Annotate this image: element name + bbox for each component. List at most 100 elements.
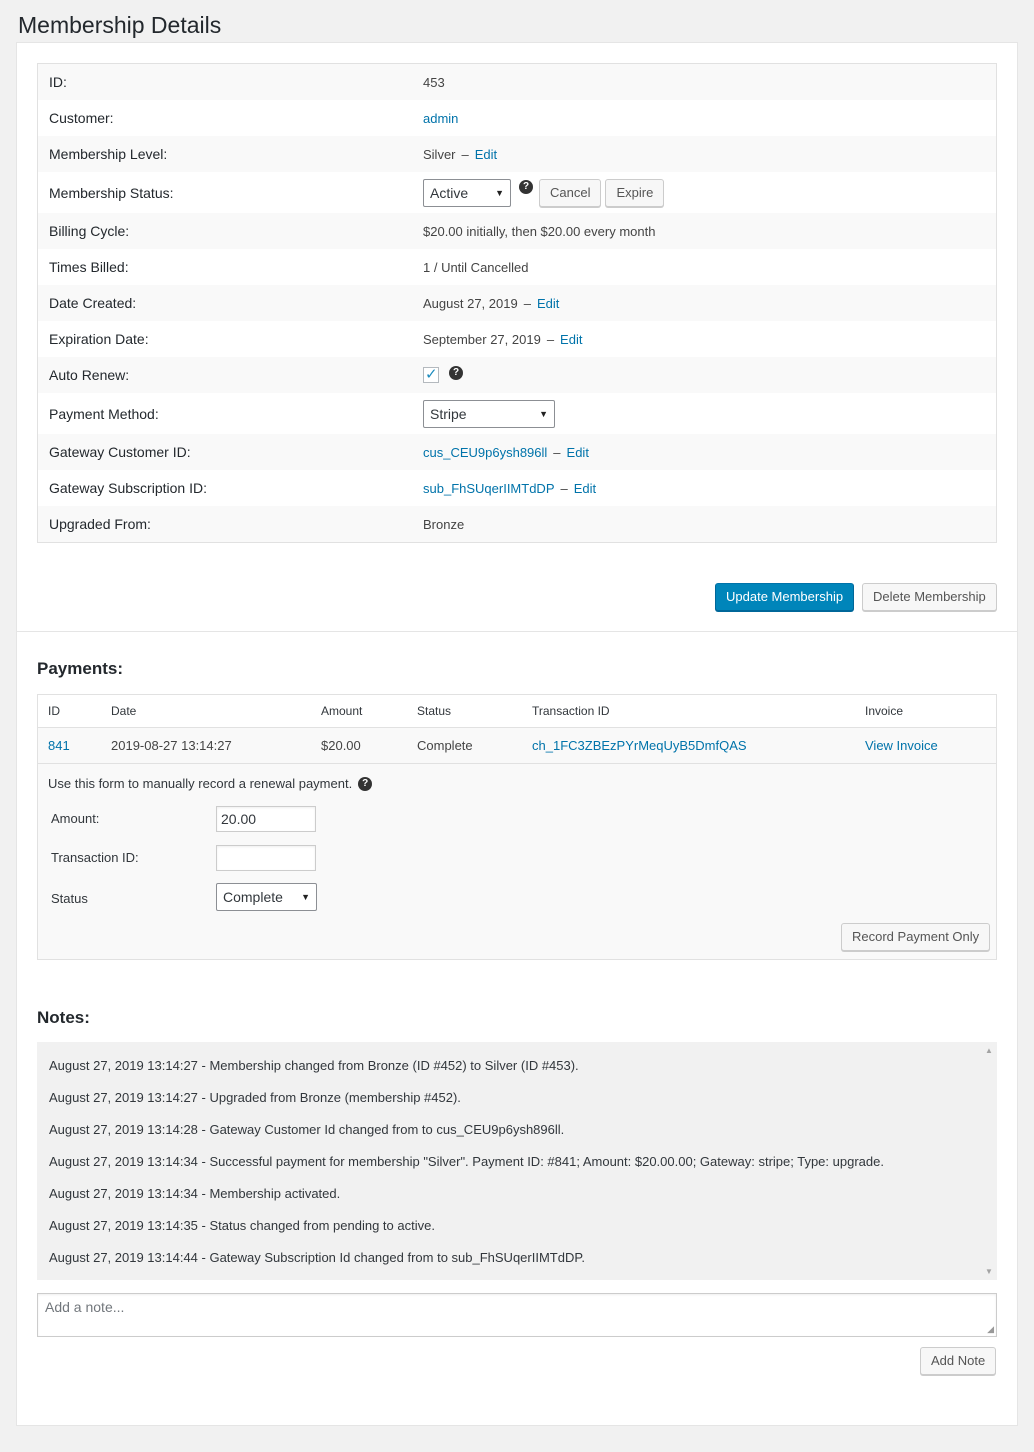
row-date-created: Date Created: August 27, 2019 – Edit (38, 285, 996, 321)
edit-date-created-link[interactable]: Edit (537, 296, 559, 311)
view-invoice-link[interactable]: View Invoice (865, 728, 938, 764)
list-item: August 27, 2019 13:14:35 - Status change… (49, 1218, 435, 1233)
payment-method-value: Stripe (430, 405, 467, 422)
add-note-placeholder: Add a note... (45, 1299, 125, 1315)
gateway-customer-link[interactable]: cus_CEU9p6ysh896ll (423, 445, 547, 460)
status-select-value: Active (430, 184, 469, 201)
col-id: ID (48, 704, 60, 718)
gateway-customer-dash: – (553, 444, 561, 460)
customer-link[interactable]: admin (423, 111, 458, 126)
payments-table: ID Date Amount Status Transaction ID Inv… (37, 694, 997, 960)
payment-date: 2019-08-27 13:14:27 (111, 738, 232, 753)
date-created-value: August 27, 2019 (423, 295, 518, 311)
row-gateway-customer: Gateway Customer ID: cus_CEU9p6ysh896ll … (38, 434, 996, 470)
status-label: Membership Status: (49, 184, 174, 201)
col-invoice: Invoice (865, 704, 904, 718)
list-item: August 27, 2019 13:14:27 - Upgraded from… (49, 1090, 461, 1105)
row-id: ID: 453 (38, 64, 996, 100)
list-item: August 27, 2019 13:14:34 - Successful pa… (49, 1154, 884, 1169)
table-row: 841 2019-08-27 13:14:27 $20.00 Complete … (38, 728, 996, 764)
scroll-down-icon[interactable]: ▼ (985, 1267, 993, 1276)
notes-title: Notes: (37, 1008, 90, 1027)
payments-title: Payments: (37, 659, 123, 678)
page-title: Membership Details (18, 12, 222, 38)
status-select[interactable]: Active ▼ (423, 178, 511, 207)
help-icon[interactable]: ? (519, 179, 533, 194)
date-created-label: Date Created: (49, 295, 137, 311)
add-note-button[interactable]: Add Note (920, 1347, 997, 1375)
payment-method-label: Payment Method: (49, 405, 159, 422)
gateway-customer-label: Gateway Customer ID: (49, 444, 191, 460)
update-membership-button[interactable]: Update Membership (715, 583, 855, 611)
help-icon[interactable]: ? (358, 776, 373, 791)
gateway-subscription-dash: – (560, 480, 568, 496)
payment-method-select[interactable]: Stripe ▼ (423, 399, 555, 428)
level-dash: – (461, 146, 469, 162)
expiration-value: September 27, 2019 (423, 331, 541, 347)
times-billed-value: 1 / Until Cancelled (423, 259, 529, 275)
times-billed-label: Times Billed: (49, 259, 129, 275)
help-icon[interactable]: ? (449, 366, 463, 380)
chevron-down-icon: ▼ (301, 892, 310, 902)
notes-list: August 27, 2019 13:14:27 - Membership ch… (37, 1042, 997, 1280)
col-transaction-id: Transaction ID (532, 704, 610, 718)
transaction-id-link[interactable]: ch_1FC3ZBEzPYrMeqUyB5DmfQAS (532, 728, 747, 764)
chevron-down-icon: ▼ (539, 408, 548, 419)
renewal-form-intro-text: Use this form to manually record a renew… (48, 776, 353, 791)
edit-gateway-subscription-link[interactable]: Edit (574, 481, 596, 496)
scroll-up-icon[interactable]: ▲ (985, 1046, 993, 1055)
transaction-id-input[interactable] (216, 845, 316, 871)
col-amount: Amount (321, 704, 363, 718)
payment-amount: $20.00 (321, 738, 361, 753)
billing-value: $20.00 initially, then $20.00 every mont… (423, 223, 656, 239)
cancel-button[interactable]: Cancel (539, 178, 602, 207)
notes-scrollbar[interactable]: ▲ ▼ (981, 1042, 997, 1280)
level-value: Silver (423, 146, 456, 162)
list-item: August 27, 2019 13:14:27 - Membership ch… (49, 1058, 579, 1073)
row-expiration: Expiration Date: September 27, 2019 – Ed… (38, 321, 996, 357)
gateway-subscription-link[interactable]: sub_FhSUqerIIMTdDP (423, 481, 555, 496)
expiration-label: Expiration Date: (49, 331, 149, 347)
row-times-billed: Times Billed: 1 / Until Cancelled (38, 249, 996, 285)
customer-label: Customer: (49, 110, 114, 126)
amount-input[interactable]: 20.00 (216, 806, 316, 832)
id-label: ID: (49, 74, 67, 90)
payment-id-link[interactable]: 841 (48, 728, 70, 764)
membership-details-table: ID: 453 Customer: admin Membership Level… (37, 63, 997, 543)
level-label: Membership Level: (49, 146, 168, 162)
row-billing: Billing Cycle: $20.00 initially, then $2… (38, 213, 996, 249)
edit-gateway-customer-link[interactable]: Edit (567, 445, 589, 460)
col-date: Date (111, 704, 137, 718)
row-customer: Customer: admin (38, 100, 996, 136)
row-level: Membership Level: Silver – Edit (38, 136, 996, 172)
payment-status-select-value: Complete (223, 889, 283, 905)
row-auto-renew: Auto Renew: ? (38, 357, 996, 393)
col-status: Status (417, 704, 452, 718)
amount-label: Amount: (51, 811, 100, 826)
list-item: August 27, 2019 13:14:34 - Membership ac… (49, 1186, 341, 1201)
row-status: Membership Status: Active ▼ ? Cancel Exp… (38, 172, 996, 213)
edit-expiration-link[interactable]: Edit (560, 332, 582, 347)
membership-panel: ID: 453 Customer: admin Membership Level… (16, 42, 1018, 1026)
record-payment-button[interactable]: Record Payment Only (841, 923, 991, 951)
payment-status: Complete (417, 738, 473, 753)
status-form-label: Status (51, 891, 88, 906)
upgraded-from-value: Bronze (423, 516, 465, 532)
payments-header: ID Date Amount Status Transaction ID Inv… (38, 695, 996, 728)
delete-membership-button[interactable]: Delete Membership (862, 583, 997, 611)
row-upgraded-from: Upgraded From: Bronze (38, 506, 996, 542)
expire-button[interactable]: Expire (605, 178, 665, 207)
resize-grip-icon[interactable]: ◢ (987, 1324, 994, 1335)
auto-renew-checkbox[interactable] (423, 365, 439, 383)
expiration-dash: – (546, 331, 555, 347)
add-note-textarea[interactable]: Add a note... ◢ (37, 1293, 997, 1337)
id-value: 453 (423, 74, 445, 90)
upgraded-from-label: Upgraded From: (49, 516, 151, 532)
edit-level-link[interactable]: Edit (475, 147, 497, 162)
payment-status-select[interactable]: Complete ▼ (216, 883, 317, 911)
list-item: August 27, 2019 13:14:44 - Gateway Subsc… (49, 1250, 585, 1265)
transaction-id-label: Transaction ID: (51, 850, 139, 865)
renewal-form-intro: Use this form to manually record a renew… (48, 776, 373, 791)
date-created-dash: – (523, 295, 531, 311)
gateway-subscription-label: Gateway Subscription ID: (49, 480, 207, 496)
